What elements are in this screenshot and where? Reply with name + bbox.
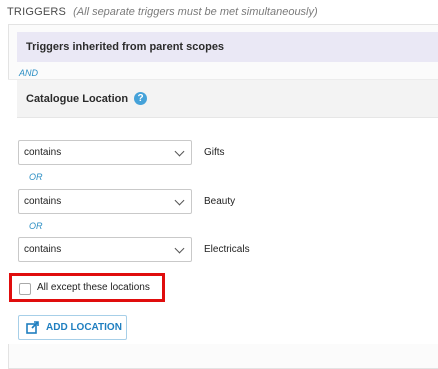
chevron-down-icon [174,195,185,206]
location-value: Electricals [204,244,250,255]
or-joiner: OR [29,221,43,231]
section-subtitle: (All separate triggers must be met simul… [73,6,318,18]
add-location-button[interactable]: ADD LOCATION [18,315,127,340]
catalogue-location-label: Catalogue Location [26,93,129,105]
condition-row: contains Beauty [18,189,278,214]
inherited-triggers-label: Triggers inherited from parent scopes [26,41,225,53]
location-value: Beauty [204,196,236,207]
all-except-checkbox[interactable] [19,283,31,295]
operator-select[interactable]: contains [18,189,192,214]
add-location-label: ADD LOCATION [46,322,122,333]
operator-select[interactable]: contains [18,237,192,262]
operator-value: contains [24,147,62,158]
triggers-header: TRIGGERS (All separate triggers must be … [7,6,318,18]
inherited-triggers-bar[interactable]: Triggers inherited from parent scopes [17,32,438,62]
all-except-label[interactable]: All except these locations [37,276,150,299]
section-title: TRIGGERS [7,6,67,18]
and-joiner: AND [19,68,39,78]
or-joiner: OR [29,172,43,182]
all-except-highlight: All except these locations [9,273,165,302]
help-icon[interactable]: ? [134,91,148,105]
catalogue-location-header: Catalogue Location? [17,80,438,118]
chevron-down-icon [174,243,185,254]
operator-value: contains [24,196,62,207]
condition-row: contains Electricals [18,237,278,262]
location-value: Gifts [204,147,225,158]
chevron-down-icon [174,146,185,157]
operator-value: contains [24,244,62,255]
operator-select[interactable]: contains [18,140,192,165]
condition-row: contains Gifts [18,140,278,165]
external-add-icon [26,321,39,334]
